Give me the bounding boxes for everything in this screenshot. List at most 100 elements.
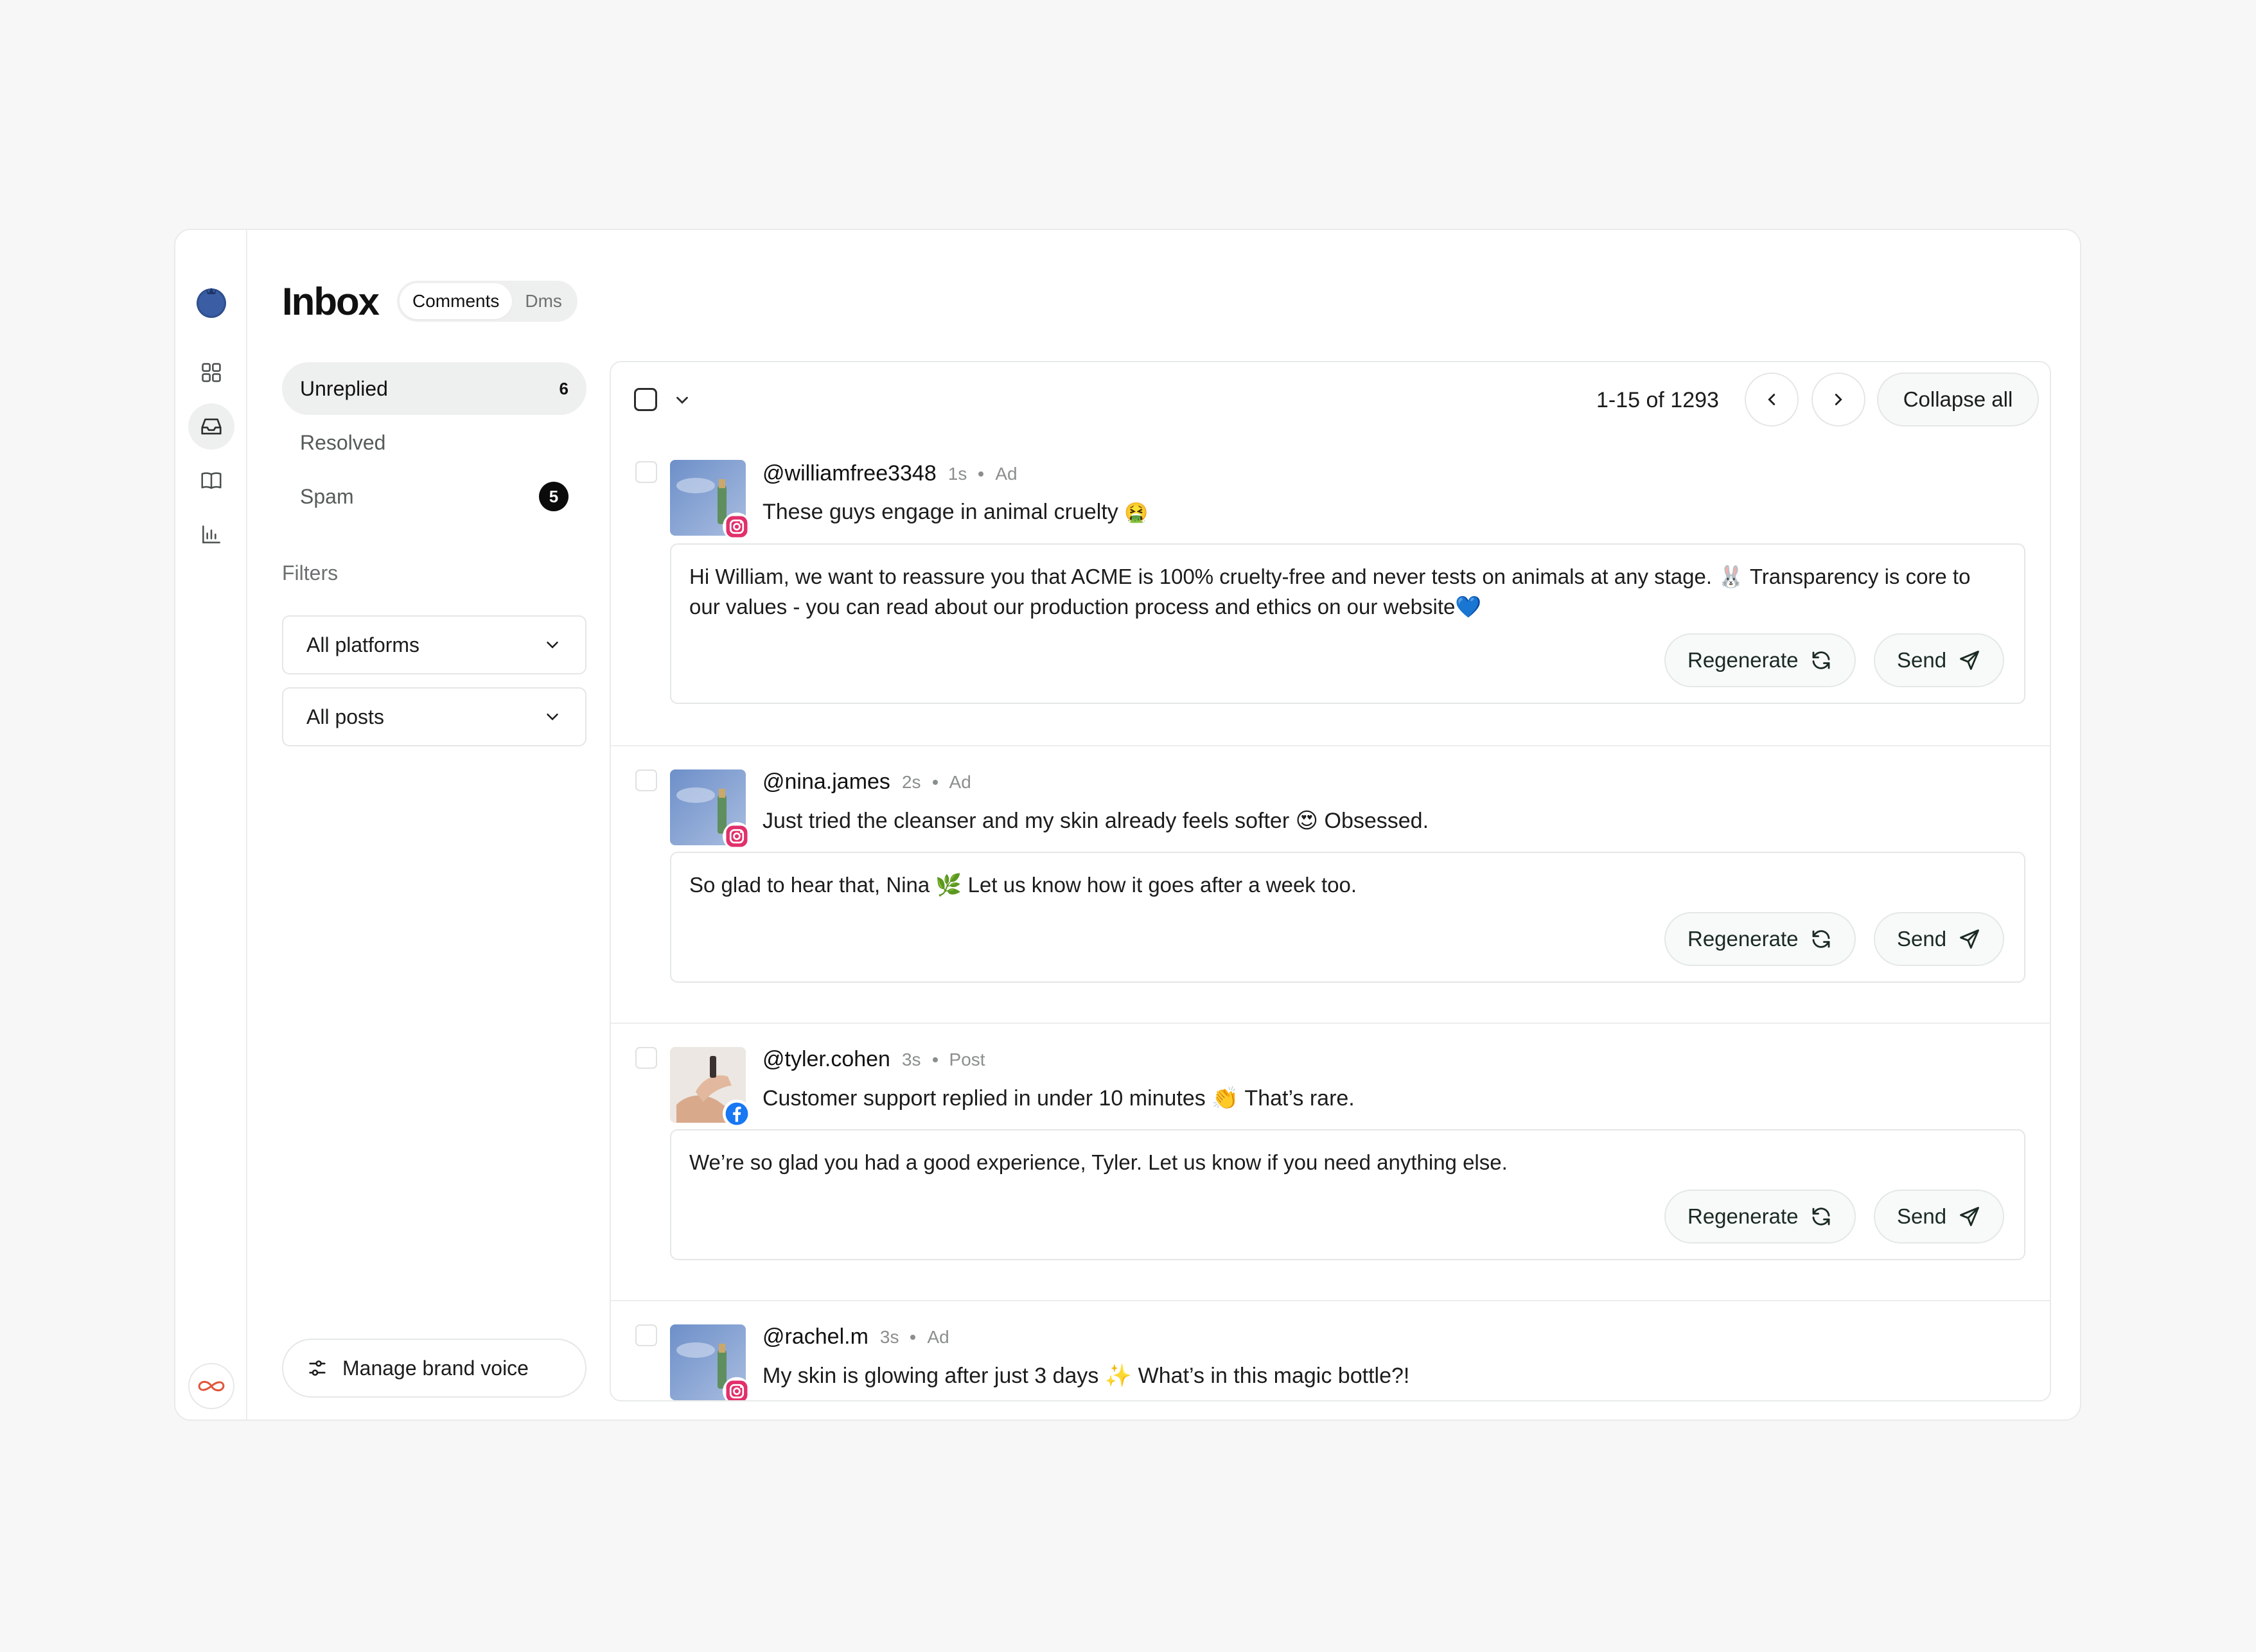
list-toolbar: 1-15 of 1293 Collapse all (611, 362, 2050, 438)
platform-select[interactable]: All platforms (282, 615, 586, 674)
comment-row: @rachel.m 3s Ad My skin is glowing after… (611, 1300, 2050, 1400)
blueberry-logo-icon[interactable] (195, 283, 228, 319)
post-thumbnail[interactable] (670, 460, 751, 541)
chevron-right-icon (1835, 394, 1842, 405)
regenerate-label: Regenerate (1688, 648, 1799, 672)
select-all-checkbox[interactable] (634, 388, 657, 411)
spam-count-badge: 5 (539, 482, 568, 511)
row-checkbox[interactable] (635, 769, 657, 791)
tab-comments[interactable]: Comments (400, 283, 513, 319)
comment-handle[interactable]: @williamfree3348 (762, 461, 937, 486)
pagination-range: 1-15 of 1293 (1596, 388, 1719, 412)
comment-handle[interactable]: @rachel.m (762, 1324, 868, 1349)
comment-emoji: 🤮 (1124, 502, 1149, 524)
folder-label: Resolved (300, 430, 386, 454)
folder-resolved[interactable]: Resolved (282, 416, 586, 469)
comment-row: @nina.james 2s Ad Just tried the cleanse… (611, 745, 2050, 1023)
post-thumbnail[interactable] (670, 1047, 751, 1128)
regenerate-label: Regenerate (1688, 1204, 1799, 1228)
manage-brand-voice-button[interactable]: Manage brand voice (282, 1339, 586, 1398)
comment-source: Post (949, 1049, 985, 1069)
comment-meta: @tyler.cohen 3s Post (762, 1047, 985, 1072)
send-button[interactable]: Send (1874, 633, 2005, 687)
grid-icon[interactable] (188, 349, 234, 396)
inbox-icon[interactable] (188, 403, 234, 450)
folder-spam[interactable]: Spam 5 (282, 470, 586, 523)
comment-source: Ad (927, 1326, 949, 1347)
tab-dms[interactable]: Dms (512, 283, 575, 319)
send-icon (1960, 1207, 1980, 1226)
comment-handle[interactable]: @nina.james (762, 769, 890, 795)
suggested-reply[interactable]: Hi William, we want to reassure you that… (670, 543, 2025, 704)
meta-separator (932, 1057, 938, 1062)
collapse-all-button[interactable]: Collapse all (1877, 373, 2039, 426)
post-thumbnail[interactable] (670, 1324, 751, 1400)
row-checkbox[interactable] (635, 1047, 657, 1069)
meta-separator (932, 779, 938, 785)
sliders-icon (309, 1360, 326, 1376)
send-button[interactable]: Send (1874, 1190, 2005, 1243)
comment-source: Ad (949, 771, 971, 792)
chevron-down-icon (547, 714, 558, 721)
filters-heading: Filters (282, 561, 339, 584)
posts-select[interactable]: All posts (282, 687, 586, 746)
regenerate-button[interactable]: Regenerate (1664, 1190, 1856, 1243)
send-label: Send (1897, 648, 1947, 672)
comment-body: These guys engage in animal cruelty (762, 500, 1118, 524)
comment-meta: @williamfree3348 1s Ad (762, 461, 1018, 486)
book-icon[interactable] (188, 457, 234, 504)
regenerate-label: Regenerate (1688, 927, 1799, 951)
chevron-left-icon (1768, 394, 1776, 405)
comment-row: @williamfree3348 1s Ad These guys engage… (611, 438, 2050, 745)
chart-icon[interactable] (188, 511, 234, 558)
comment-text: My skin is glowing after just 3 days ✨ W… (762, 1364, 1410, 1388)
comment-row: @tyler.cohen 3s Post Customer support re… (611, 1023, 2050, 1300)
chevron-down-icon (547, 642, 558, 649)
view-toggle: Comments Dms (397, 281, 577, 322)
chevron-down-icon[interactable] (673, 391, 692, 410)
next-page-button[interactable] (1811, 373, 1865, 426)
regenerate-button[interactable]: Regenerate (1664, 633, 1856, 687)
send-button[interactable]: Send (1874, 912, 2005, 966)
page-title: Inbox (282, 280, 380, 323)
comment-text: Just tried the cleanser and my skin alre… (762, 809, 1429, 833)
instagram-icon (723, 513, 751, 541)
meta-separator (910, 1334, 916, 1340)
row-checkbox[interactable] (635, 1324, 657, 1346)
brand-infinity-icon[interactable] (188, 1363, 234, 1409)
refresh-icon (1813, 651, 1830, 669)
row-checkbox[interactable] (635, 461, 657, 483)
comment-meta: @rachel.m 3s Ad (762, 1324, 949, 1349)
instagram-icon (723, 1377, 751, 1400)
refresh-icon (1813, 1208, 1830, 1226)
send-label: Send (1897, 927, 1947, 951)
manage-brand-voice-label: Manage brand voice (342, 1356, 529, 1380)
comment-meta: @nina.james 2s Ad (762, 769, 971, 795)
app-window: Inbox Comments Dms Unreplied 6 Resolved … (174, 229, 2081, 1421)
facebook-icon (723, 1100, 751, 1128)
send-icon (1960, 651, 1980, 670)
prev-page-button[interactable] (1745, 373, 1799, 426)
meta-separator (978, 471, 984, 477)
suggested-reply-text[interactable]: We’re so glad you had a good experience,… (689, 1147, 1998, 1177)
suggested-reply-text[interactable]: So glad to hear that, Nina 🌿 Let us know… (689, 870, 1998, 900)
platform-select-value: All platforms (306, 633, 420, 656)
suggested-reply[interactable]: We’re so glad you had a good experience,… (670, 1129, 2025, 1260)
folder-count: 6 (559, 378, 568, 398)
regenerate-button[interactable]: Regenerate (1664, 912, 1856, 966)
send-label: Send (1897, 1204, 1947, 1228)
comment-time: 1s (947, 463, 967, 484)
comment-handle[interactable]: @tyler.cohen (762, 1047, 890, 1072)
suggested-reply-text[interactable]: Hi William, we want to reassure you that… (689, 561, 1998, 622)
comment-time: 2s (901, 771, 921, 792)
suggested-reply[interactable]: So glad to hear that, Nina 🌿 Let us know… (670, 852, 2025, 983)
posts-select-value: All posts (306, 705, 384, 728)
refresh-icon (1813, 930, 1830, 948)
comment-text: Customer support replied in under 10 min… (762, 1086, 1355, 1111)
send-icon (1960, 929, 1980, 949)
folder-unreplied[interactable]: Unreplied 6 (282, 362, 586, 415)
comment-source: Ad (995, 463, 1018, 484)
post-thumbnail[interactable] (670, 769, 751, 850)
left-rail (175, 230, 247, 1419)
comments-panel: 1-15 of 1293 Collapse all @williamfree33… (610, 361, 2051, 1402)
